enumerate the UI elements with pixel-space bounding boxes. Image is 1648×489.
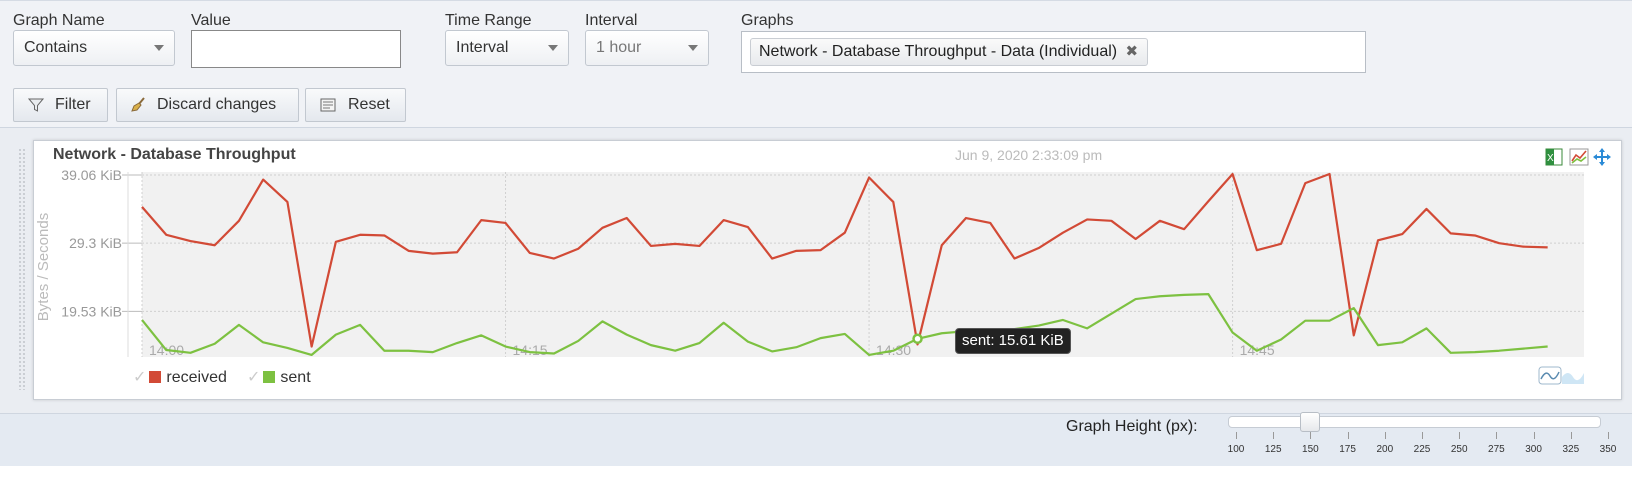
received-swatch <box>149 371 162 383</box>
y-tick-label: 19.53 KiB <box>61 303 122 319</box>
chart-style-toggle-icon[interactable] <box>1538 365 1586 387</box>
legend-item-sent[interactable]: ✓ sent <box>247 367 311 387</box>
slider-tick <box>1273 432 1275 439</box>
slider-tick <box>1422 432 1423 439</box>
slider-tick-label: 300 <box>1525 444 1542 455</box>
slider-tick <box>1384 432 1386 439</box>
slider-tick-label: 125 <box>1264 444 1282 455</box>
slider-tick-label: 225 <box>1413 444 1431 455</box>
graph-height-slider-track[interactable] <box>1228 416 1601 428</box>
slider-tick <box>1608 432 1609 439</box>
y-axis-label: Bytes / Seconds <box>35 213 52 321</box>
slider-tick-label: 350 <box>1599 444 1617 455</box>
slider-tick <box>1496 432 1498 439</box>
graph-height-label: Graph Height (px): <box>1066 418 1198 435</box>
check-icon: ✓ <box>247 369 261 386</box>
legend-label-sent: sent <box>280 369 311 386</box>
y-tick-label: 39.06 KiB <box>61 167 122 183</box>
slider-tick-label: 200 <box>1376 444 1394 455</box>
slider-tick-label: 100 <box>1227 444 1245 455</box>
hover-point <box>912 333 923 345</box>
slider-tick <box>1236 432 1237 439</box>
slider-tick-label: 325 <box>1562 444 1580 455</box>
slider-tick <box>1459 432 1461 439</box>
legend-item-received[interactable]: ✓ received <box>133 367 227 387</box>
hover-tooltip: sent: 15.61 KiB <box>955 328 1071 354</box>
slider-tick-label: 150 <box>1302 444 1319 455</box>
slider-tick-label: 175 <box>1339 444 1356 455</box>
slider-tick <box>1533 432 1535 439</box>
slider-tick <box>1310 432 1312 439</box>
sent-swatch <box>263 371 276 383</box>
y-axis: 39.06 KiB 29.3 KiB 19.53 KiB <box>61 167 142 357</box>
slider-tick <box>1347 432 1349 439</box>
slider-tick-label: 275 <box>1488 444 1505 455</box>
check-icon: ✓ <box>133 369 147 386</box>
slider-tick <box>1570 432 1572 439</box>
graph-height-slider-handle[interactable] <box>1300 412 1321 432</box>
y-tick-label: 29.3 KiB <box>69 235 122 251</box>
legend-label-received: received <box>166 369 227 386</box>
slider-tick-label: 250 <box>1450 444 1468 455</box>
